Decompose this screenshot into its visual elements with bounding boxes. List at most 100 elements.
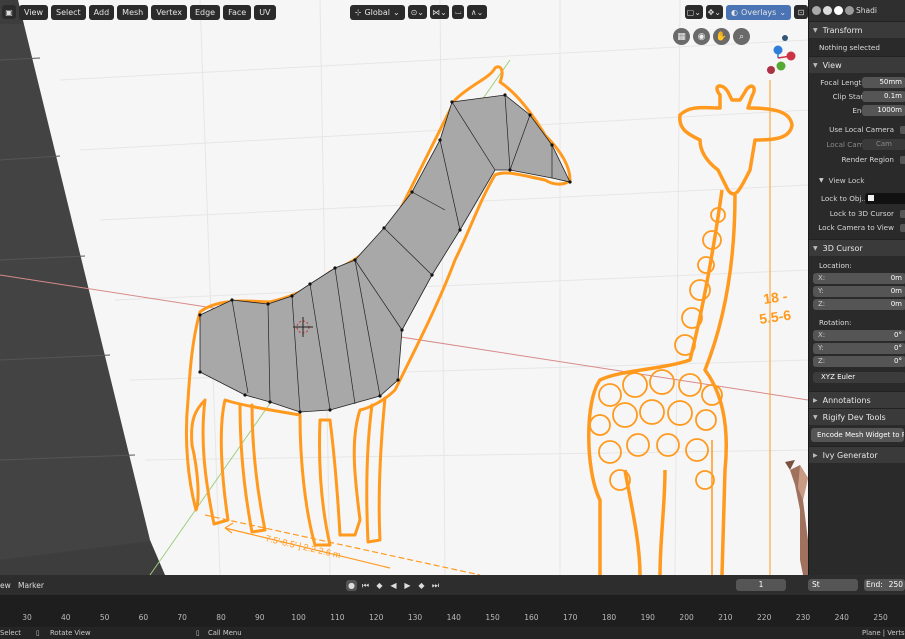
jump-start-icon[interactable]: ⏮ [360, 580, 371, 591]
shading-bar: Shadi [809, 0, 905, 21]
menu-view[interactable]: View [19, 4, 48, 20]
object-icon [868, 195, 874, 201]
ruler-tick-label: 170 [563, 613, 578, 622]
panel-3d-cursor-header[interactable]: ▼ 3D Cursor [809, 239, 905, 256]
menu-add[interactable]: Add [88, 4, 115, 20]
ruler-tick-label: 220 [757, 613, 772, 622]
overlays-dropdown[interactable]: ◐ Overlays ⌄ [726, 4, 792, 20]
ruler-tick-label: 190 [640, 613, 655, 622]
local-camera-label: Local Cam. [826, 140, 866, 149]
menu-vertex[interactable]: Vertex [151, 4, 187, 20]
current-frame-field[interactable]: 1 [736, 579, 786, 591]
end-frame-field[interactable]: End: 250 [864, 579, 905, 591]
cursor-rotation-y-field[interactable]: Y: 0° [813, 343, 905, 354]
panel-view-header[interactable]: ▼ View [809, 56, 905, 73]
ruler-tick-label: 240 [834, 613, 849, 622]
cursor-rotation-z-field[interactable]: Z: 0° [813, 356, 905, 367]
move-view-hand-icon[interactable]: ✋ [713, 28, 730, 45]
viewport-3d[interactable]: 7.5'-8.5' | 2.2-2.6 m 18 - 5.5-6 [0, 0, 905, 639]
ruler-tick-label: 70 [177, 613, 187, 622]
ruler-tick-label: 90 [255, 613, 265, 622]
status-bar: Select ▯ Rotate View ▯ Call Menu Plane |… [0, 628, 905, 639]
rotation-mode-dropdown[interactable]: XYZ Euler [813, 372, 905, 383]
gizmo-toggle-icon[interactable]: ✥⌄ [705, 5, 724, 19]
menu-select[interactable]: Select [50, 4, 86, 20]
lock-to-3d-cursor-checkbox[interactable] [900, 209, 905, 218]
menu-face[interactable]: Face [223, 4, 252, 20]
zoom-view-icon[interactable]: ⌕ [733, 28, 750, 45]
orientation-label: Global [364, 7, 390, 17]
encode-mesh-widget-button[interactable]: Encode Mesh Widget to Py.. [811, 428, 904, 442]
start-frame-field[interactable]: St [808, 579, 858, 591]
timeline-view-menu[interactable]: ew [0, 581, 11, 590]
snap-icon[interactable]: ⋈⌄ [429, 5, 450, 19]
render-region-checkbox[interactable] [900, 155, 905, 164]
collapse-triangle-icon: ▶ [813, 396, 818, 404]
ruler-tick-label: 40 [61, 613, 71, 622]
focal-length-field[interactable]: 50mm [862, 77, 905, 88]
timeline-marker-menu[interactable]: Marker [18, 581, 44, 590]
rendered-shading-icon[interactable] [845, 6, 854, 15]
expand-triangle-icon: ▼ [813, 413, 818, 421]
jump-keyframe-forward-icon[interactable]: ◆ [416, 580, 427, 591]
menu-mesh[interactable]: Mesh [117, 4, 149, 20]
lock-to-object-field[interactable] [865, 193, 905, 204]
menu-edge[interactable]: Edge [189, 4, 221, 20]
panel-view-lock-header[interactable]: ▼ View Lock [809, 173, 905, 187]
use-local-camera-label: Use Local Camera [829, 125, 894, 134]
panel-annotations-header[interactable]: ▶ Annotations [809, 391, 905, 408]
cursor-location-label: Location: [819, 261, 852, 270]
orientation-dropdown[interactable]: ⊹ Global ⌄ [349, 4, 405, 20]
toggle-camera-icon[interactable]: ▦ [673, 28, 690, 45]
ruler-tick-label: 230 [795, 613, 811, 622]
overlays-icon: ◐ [731, 7, 739, 17]
jump-keyframe-back-icon[interactable]: ◆ [374, 580, 385, 591]
clip-start-field[interactable]: 0.1m [862, 91, 905, 102]
jump-end-icon[interactable]: ⏭ [430, 580, 441, 591]
cursor-rotation-x-field[interactable]: X: 0° [813, 330, 905, 341]
pivot-icon[interactable]: ⊙⌄ [407, 5, 427, 19]
local-camera-field[interactable]: Cam [862, 139, 905, 150]
ruler-tick-label: 180 [601, 613, 617, 622]
solid-shading-icon[interactable] [823, 6, 832, 15]
xray-icon[interactable]: ⊡ [794, 5, 809, 19]
play-reverse-icon[interactable]: ◀ [388, 580, 399, 591]
clip-end-field[interactable]: 1000m [862, 105, 905, 116]
timeline-ruler[interactable]: 30 40 50 60 70 80 90 100 110 120 130 140 150 160 170 18… [0, 595, 905, 627]
camera-view-icon[interactable]: ◉ [693, 28, 710, 45]
panel-rigify-header[interactable]: ▼ Rigify Dev Tools [809, 408, 905, 425]
expand-triangle-icon: ▼ [813, 61, 818, 69]
menu-uv[interactable]: UV [254, 4, 276, 20]
material-shading-icon[interactable] [834, 6, 843, 15]
status-select: Select [0, 629, 21, 637]
chevron-down-icon: ⌄ [779, 7, 787, 17]
panel-ivy-generator-header[interactable]: ▶ Ivy Generator [809, 446, 905, 463]
transform-orientation-icon: ⊹ [354, 7, 362, 17]
snap-target-icon[interactable]: ⌴ [452, 5, 465, 19]
play-icon[interactable]: ▶ [402, 580, 413, 591]
wireframe-icon[interactable] [812, 6, 821, 15]
record-icon[interactable]: ● [346, 580, 357, 591]
panel-transform-header[interactable]: ▼ Transform [809, 21, 905, 38]
expand-triangle-icon: ▼ [813, 26, 818, 34]
proportional-edit-icon[interactable]: ∧⌄ [467, 5, 487, 19]
status-rotate: Rotate View [50, 629, 91, 637]
view-object-types-icon[interactable]: ▢⌄ [685, 5, 703, 19]
cursor-location-x-field[interactable]: X: 0m [813, 273, 905, 284]
collapse-triangle-icon: ▶ [813, 451, 818, 459]
mouse-right-icon: ▯ [196, 629, 200, 637]
shading-label[interactable]: Shadi [856, 6, 877, 15]
use-local-camera-checkbox[interactable] [900, 125, 905, 134]
cursor-location-z-field[interactable]: Z: 0m [813, 299, 905, 310]
lock-camera-to-view-label: Lock Camera to View [818, 223, 894, 232]
nothing-selected-row: Nothing selected [809, 38, 905, 56]
ruler-tick-label: 250 [873, 613, 888, 622]
timeline-header: ew Marker ● ⏮ ◆ ◀ ▶ ◆ ⏭ 1 St End: 250 [0, 575, 905, 595]
status-scene-stats: Plane | Verts [862, 629, 905, 637]
editor-type-icon[interactable]: ▣ [2, 5, 16, 19]
expand-triangle-icon: ▼ [819, 176, 824, 184]
ruler-tick-label: 210 [718, 613, 733, 622]
cursor-location-y-field[interactable]: Y: 0m [813, 286, 905, 297]
ruler-tick-label: 160 [524, 613, 539, 622]
lock-camera-to-view-checkbox[interactable] [900, 223, 905, 232]
